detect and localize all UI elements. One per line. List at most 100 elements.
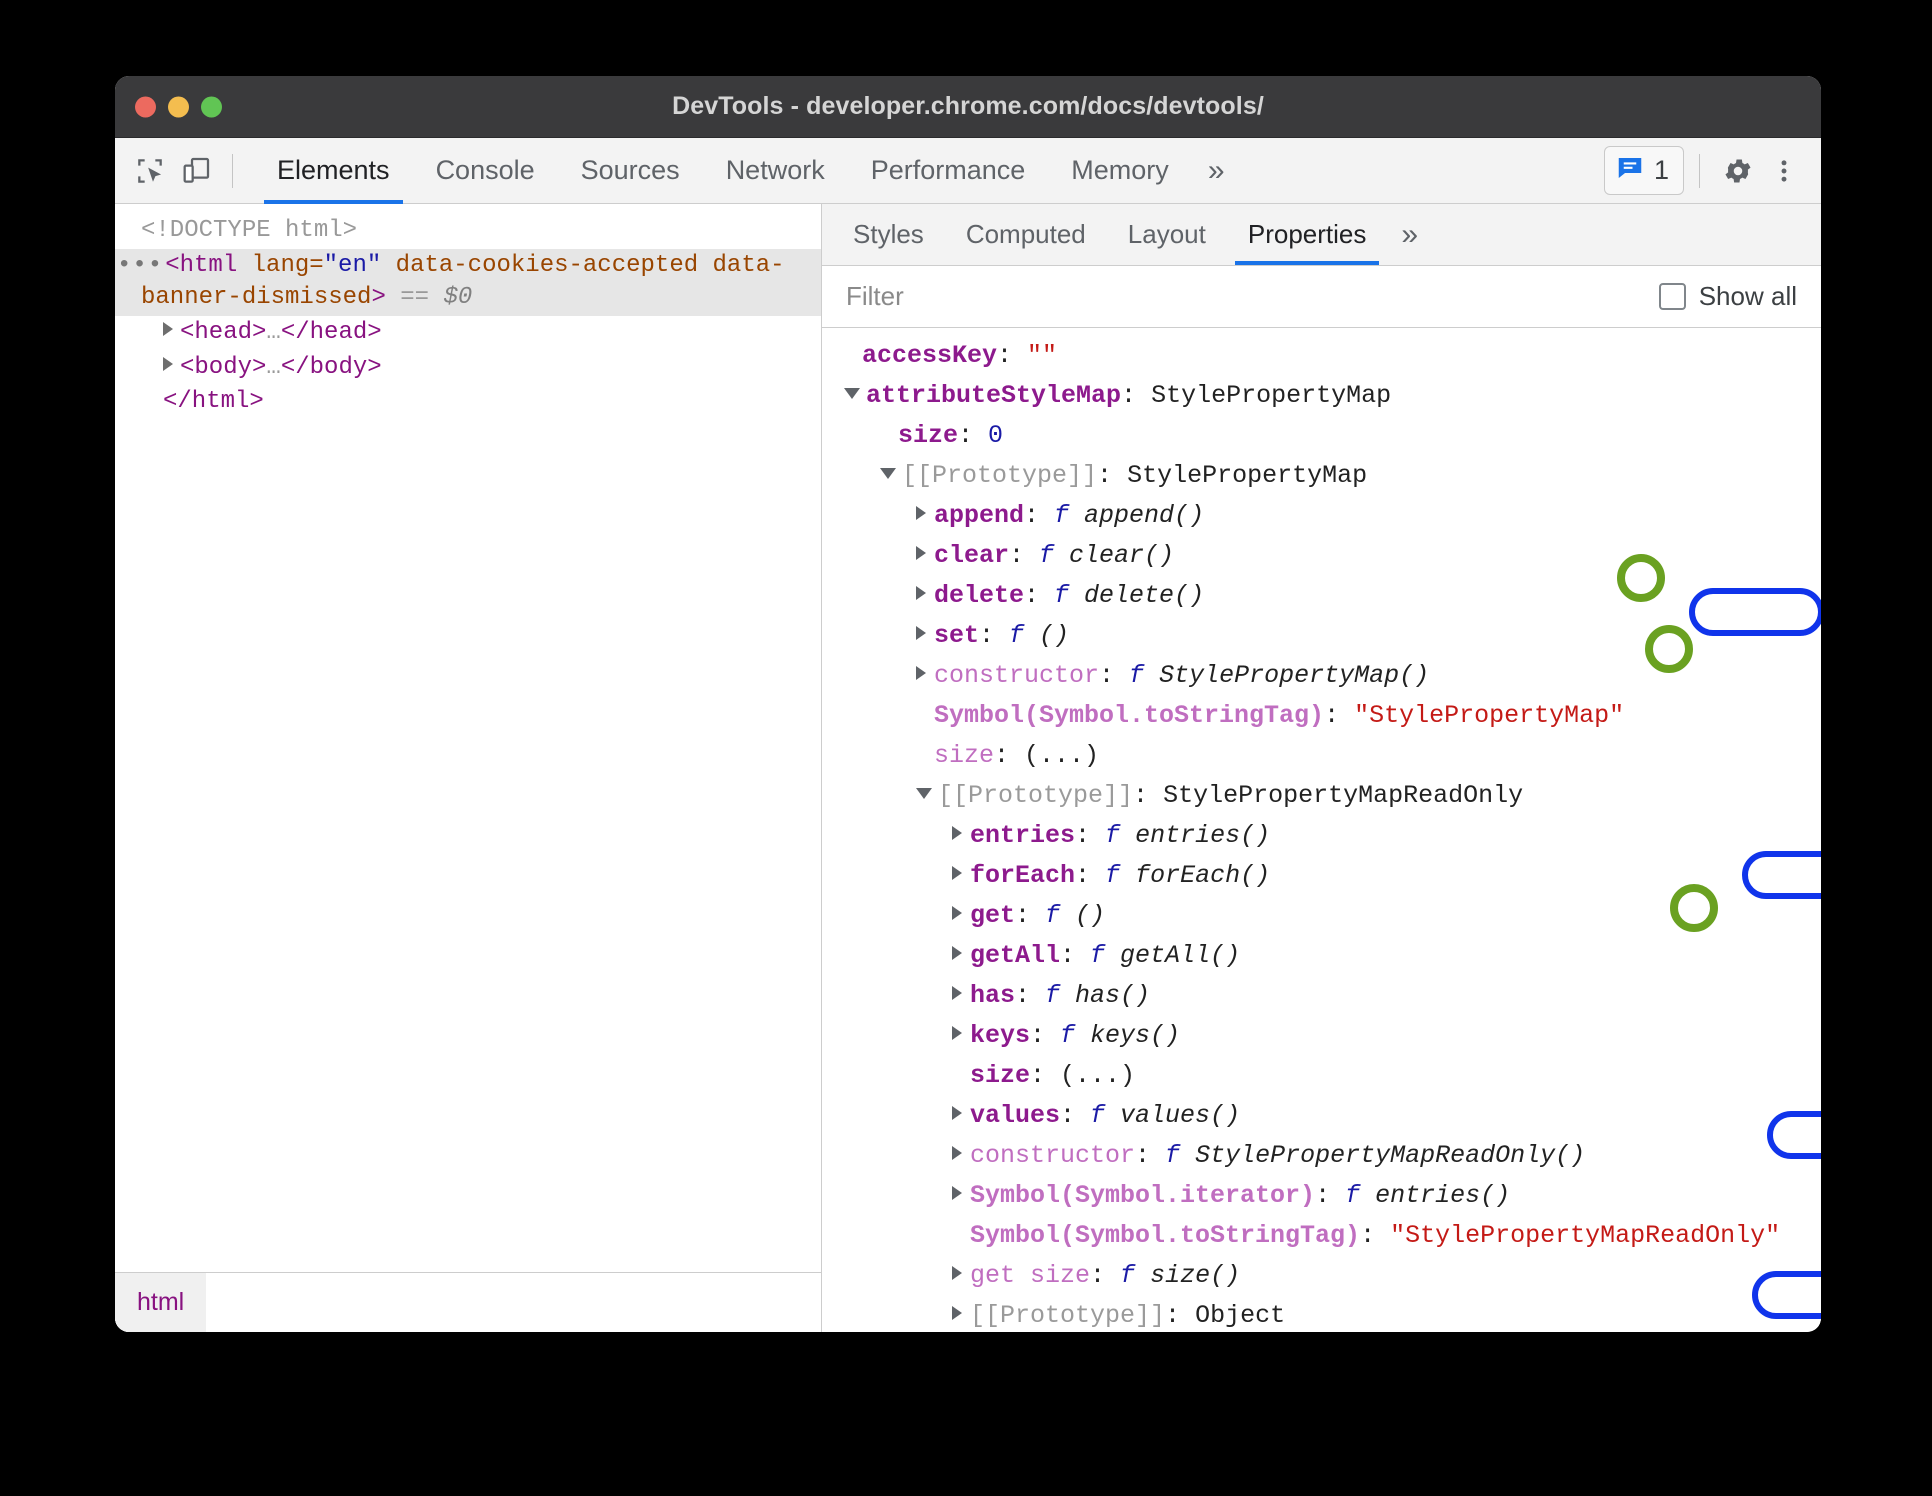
expand-triangle-icon[interactable] (916, 546, 926, 560)
collapsed-dots-icon[interactable]: ••• (117, 252, 163, 279)
property-key: constructor (970, 1141, 1136, 1170)
properties-tree[interactable]: accessKey: "" attributeStyleMap: StylePro… (822, 328, 1821, 1332)
tab-computed[interactable]: Computed (945, 204, 1107, 265)
property-separator: : (1099, 661, 1130, 690)
property-separator: : (1015, 901, 1046, 930)
more-tabs-label: » (1207, 153, 1225, 187)
expand-triangle-icon[interactable] (952, 1106, 962, 1120)
dom-tree-row[interactable]: <!DOCTYPE html> (115, 214, 821, 249)
property-separator: : (958, 421, 989, 450)
expand-triangle-icon[interactable] (952, 1026, 962, 1040)
property-value: f StylePropertyMap() (1129, 661, 1429, 690)
function-signature: getAll() (1120, 941, 1241, 970)
function-signature: () (1039, 621, 1070, 650)
collapse-triangle-icon[interactable] (916, 788, 932, 799)
expand-triangle-icon[interactable] (952, 1186, 962, 1200)
show-all-checkbox[interactable] (1658, 283, 1686, 310)
more-tabs-chevron-icon[interactable]: » (1192, 138, 1241, 204)
property-row[interactable]: [[Prototype]]: StylePropertyMapReadOnly (822, 776, 1821, 816)
tab-sources-label: Sources (580, 155, 680, 185)
tab-memory[interactable]: Memory (1048, 138, 1192, 204)
property-row[interactable]: Symbol(Symbol.toStringTag): "StyleProper… (822, 696, 1821, 736)
property-row[interactable]: constructor: f StylePropertyMapReadOnly(… (822, 1136, 1821, 1176)
tab-properties[interactable]: Properties (1227, 204, 1388, 265)
collapse-triangle-icon[interactable] (844, 388, 860, 399)
property-separator: : (994, 741, 1025, 770)
property-row[interactable]: delete: f delete() (822, 576, 1821, 616)
property-row[interactable]: append: f append() (822, 496, 1821, 536)
gear-icon[interactable] (1715, 148, 1761, 194)
expand-triangle-icon[interactable] (952, 1306, 962, 1320)
dom-tree[interactable]: <!DOCTYPE html> •••<html lang="en" data-c… (115, 204, 821, 1272)
property-row[interactable]: size: (...) (822, 1056, 1821, 1096)
tab-console[interactable]: Console (413, 138, 558, 204)
expand-triangle-icon[interactable] (952, 906, 962, 920)
function-signature: StylePropertyMapReadOnly() (1195, 1141, 1586, 1170)
expand-triangle-icon[interactable] (952, 986, 962, 1000)
property-row[interactable]: set: f () (822, 616, 1821, 656)
property-row[interactable]: Symbol(Symbol.toStringTag): "StyleProper… (822, 1216, 1821, 1256)
minimize-window-button[interactable] (168, 96, 189, 117)
expand-triangle-icon[interactable] (952, 1146, 962, 1160)
property-row[interactable]: [[Prototype]]: StylePropertyMap (822, 456, 1821, 496)
property-row[interactable]: values: f values() (822, 1096, 1821, 1136)
property-row[interactable]: accessKey: "" (822, 336, 1821, 376)
property-row[interactable]: [[Prototype]]: Object (822, 1296, 1821, 1332)
expand-triangle-icon[interactable] (916, 586, 926, 600)
collapse-triangle-icon[interactable] (880, 468, 896, 479)
property-row[interactable]: get size: f size() (822, 1256, 1821, 1296)
kebab-menu-icon[interactable] (1761, 148, 1807, 194)
tab-styles[interactable]: Styles (832, 204, 945, 265)
sidebar-more-tabs-chevron-icon[interactable]: » (1387, 204, 1432, 265)
function-marker: f (1009, 621, 1040, 650)
dom-tree-row[interactable]: •••<html lang="en" data-cookies-accepted… (115, 248, 821, 316)
property-row[interactable]: size: 0 (822, 416, 1821, 456)
property-value: f clear() (1039, 541, 1174, 570)
tab-elements[interactable]: Elements (254, 138, 413, 204)
dom-tree-row[interactable]: </html> (115, 385, 821, 420)
function-signature: forEach() (1135, 861, 1271, 890)
property-row[interactable]: get: f () (822, 896, 1821, 936)
expand-triangle-icon[interactable] (952, 1266, 962, 1280)
tab-sources[interactable]: Sources (558, 138, 703, 204)
expand-triangle-icon[interactable] (916, 506, 926, 520)
tab-layout[interactable]: Layout (1107, 204, 1227, 265)
dom-tree-row[interactable]: <head>…</head> (115, 316, 821, 351)
property-row[interactable]: size: (...) (822, 736, 1821, 776)
show-all-toggle[interactable]: Show all (1658, 281, 1797, 312)
expand-triangle-icon[interactable] (916, 666, 926, 680)
property-row[interactable]: clear: f clear() (822, 536, 1821, 576)
property-row[interactable]: keys: f keys() (822, 1016, 1821, 1056)
property-row[interactable]: entries: f entries() (822, 816, 1821, 856)
tab-performance[interactable]: Performance (848, 138, 1049, 204)
close-window-button[interactable] (135, 96, 156, 117)
property-key: size (898, 421, 959, 450)
breadcrumb-item-html[interactable]: html (115, 1273, 207, 1332)
function-signature: size() (1150, 1261, 1241, 1290)
filter-input[interactable] (844, 280, 1659, 313)
expand-triangle-icon[interactable] (952, 826, 962, 840)
function-marker: f (1090, 941, 1121, 970)
property-row[interactable]: attributeStyleMap: StylePropertyMap (822, 376, 1821, 416)
property-row[interactable]: Symbol(Symbol.iterator): f entries() (822, 1176, 1821, 1216)
device-toolbar-icon[interactable] (173, 148, 219, 194)
expand-triangle-icon[interactable] (163, 356, 173, 371)
expand-triangle-icon[interactable] (916, 626, 926, 640)
property-row[interactable]: forEach: f forEach() (822, 856, 1821, 896)
property-value: f has() (1045, 981, 1150, 1010)
expand-triangle-icon[interactable] (952, 946, 962, 960)
inspect-element-icon[interactable] (127, 148, 173, 194)
issues-button[interactable]: 1 (1603, 146, 1684, 195)
property-separator: : (1097, 461, 1128, 490)
dom-token: </html> (163, 388, 264, 416)
expand-triangle-icon[interactable] (952, 866, 962, 880)
maximize-window-button[interactable] (201, 96, 222, 117)
property-separator: : (1165, 1301, 1196, 1330)
dom-tree-row[interactable]: <body>…</body> (115, 351, 821, 386)
property-row[interactable]: constructor: f StylePropertyMap() (822, 656, 1821, 696)
expand-triangle-icon[interactable] (163, 321, 173, 336)
property-row[interactable]: getAll: f getAll() (822, 936, 1821, 976)
tab-console-label: Console (435, 155, 535, 185)
property-row[interactable]: has: f has() (822, 976, 1821, 1016)
tab-network[interactable]: Network (703, 138, 848, 204)
